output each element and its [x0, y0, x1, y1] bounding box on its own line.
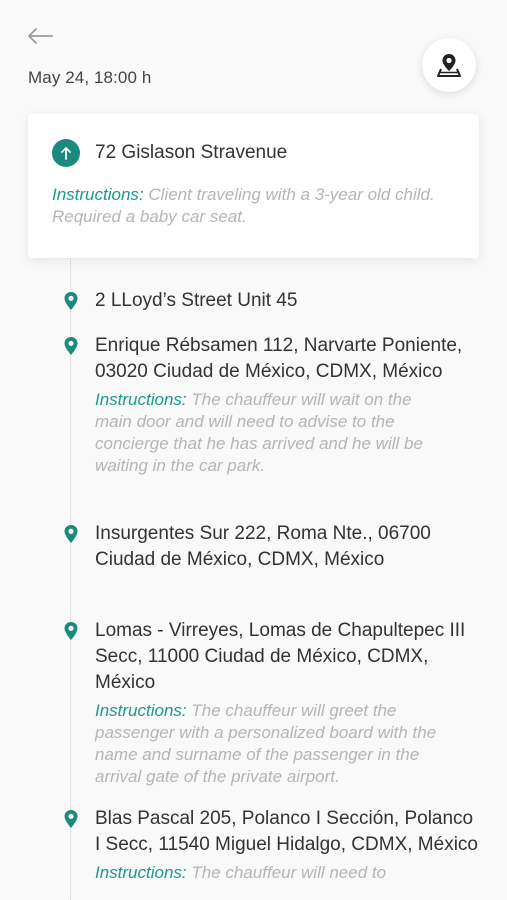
location-pin-icon — [64, 622, 78, 640]
location-pin-icon — [64, 292, 78, 310]
back-button[interactable] — [26, 24, 54, 48]
stop-instructions: Instructions: The chauffeur will greet t… — [95, 700, 445, 788]
arrow-up-icon — [61, 147, 71, 160]
stop-item[interactable]: Lomas - Virreyes, Lomas de Chapultepec I… — [60, 618, 480, 788]
stop-address: 2 LLoyd’s Street Unit 45 — [95, 290, 298, 311]
stop-instructions: Instructions: The chauffeur will need to — [95, 862, 445, 884]
stop-address: Lomas - Virreyes, Lomas de Chapultepec I… — [95, 620, 466, 693]
location-pin-icon — [64, 525, 78, 543]
instructions-label: Instructions: — [52, 185, 144, 204]
instructions-label: Instructions: — [95, 701, 187, 720]
origin-instructions: Instructions: Client traveling with a 3-… — [52, 184, 457, 228]
stop-item[interactable]: Blas Pascal 205, Polanco I Sección, Pola… — [60, 806, 480, 884]
origin-card[interactable]: 72 Gislason Stravenue Instructions: Clie… — [28, 114, 479, 258]
arrow-left-icon — [28, 28, 53, 44]
instructions-label: Instructions: — [95, 863, 187, 882]
location-pin-icon — [64, 337, 78, 355]
instructions-text: The chauffeur will need to — [191, 863, 387, 882]
map-view-button[interactable] — [422, 38, 476, 92]
trip-date: May 24, 18:00 h — [28, 68, 152, 87]
location-pin-icon — [64, 810, 78, 828]
stop-address: Insurgentes Sur 222, Roma Nte., 06700 Ci… — [95, 523, 431, 570]
stop-item[interactable]: 2 LLoyd’s Street Unit 45 — [60, 288, 480, 314]
origin-address: 72 Gislason Stravenue — [95, 142, 288, 163]
instructions-label: Instructions: — [95, 390, 187, 409]
stop-address: Enrique Rébsamen 112, Narvarte Poniente,… — [95, 335, 463, 382]
stop-instructions: Instructions: The chauffeur will wait on… — [95, 389, 445, 477]
map-pin-icon — [437, 54, 461, 77]
origin-marker — [52, 139, 80, 167]
stop-item[interactable]: Insurgentes Sur 222, Roma Nte., 06700 Ci… — [60, 521, 480, 573]
stop-address: Blas Pascal 205, Polanco I Sección, Pola… — [95, 808, 478, 855]
stop-item[interactable]: Enrique Rébsamen 112, Narvarte Poniente,… — [60, 333, 480, 477]
